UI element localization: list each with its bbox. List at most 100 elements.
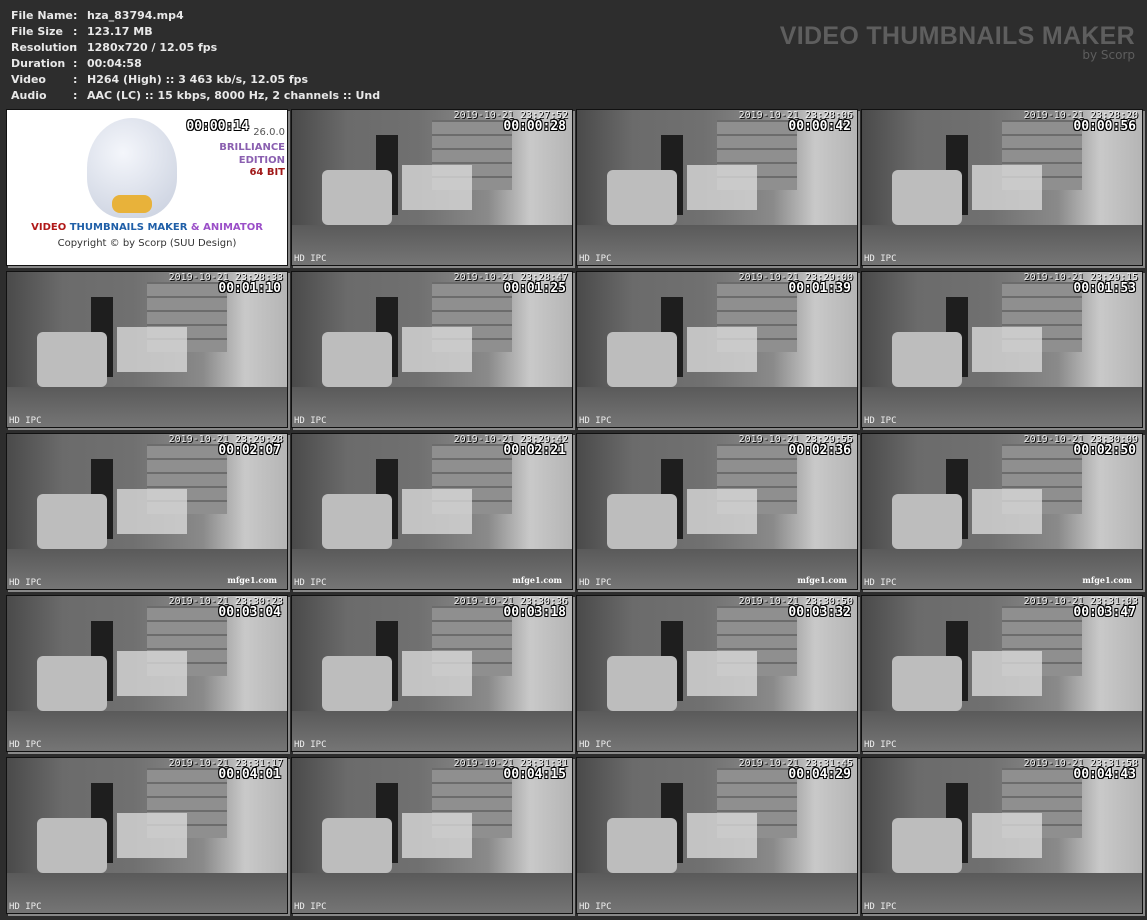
scene-table xyxy=(687,327,757,372)
info-value: 00:04:58 xyxy=(87,57,142,70)
scene-floor xyxy=(862,225,1142,265)
logo-title: VIDEO THUMBNAILS MAKER & ANIMATOR xyxy=(7,222,287,233)
timecode: 00:00:42 xyxy=(788,119,851,134)
camera-label: HD IPC xyxy=(864,254,897,264)
scene-floor xyxy=(292,873,572,913)
video-thumbnail[interactable]: 2019-10-21 23:31:31 00:04:15 HD IPC xyxy=(291,757,573,914)
video-thumbnail[interactable]: 2019-10-21 23:29:00 00:01:39 HD IPC xyxy=(576,271,858,428)
video-thumbnail[interactable]: 2019-10-21 23:30:50 00:03:32 HD IPC xyxy=(576,595,858,752)
video-thumbnail[interactable]: 2019-10-21 23:28:47 00:01:25 HD IPC xyxy=(291,271,573,428)
video-thumbnail[interactable]: 2019-10-21 23:29:42 00:02:21 HD IPC mfge1.c… xyxy=(291,433,573,590)
scene-floor xyxy=(7,711,287,751)
timecode: 00:04:43 xyxy=(1073,767,1136,782)
video-thumbnail[interactable]: 2019-10-21 23:27:52 00:00:28 HD IPC xyxy=(291,109,573,266)
timecode: 00:04:29 xyxy=(788,767,851,782)
info-key: File Size xyxy=(11,25,63,38)
timecode: 00:00:14 xyxy=(186,119,249,134)
timecode: 00:02:36 xyxy=(788,443,851,458)
scene-floor xyxy=(577,387,857,427)
video-thumbnail[interactable]: 2019-10-21 23:31:58 00:04:43 HD IPC xyxy=(861,757,1143,914)
video-thumbnail[interactable]: 2019-10-21 23:28:33 00:01:10 HD IPC xyxy=(6,271,288,428)
timecode: 00:02:50 xyxy=(1073,443,1136,458)
scene-floor xyxy=(7,873,287,913)
scene-floor xyxy=(862,711,1142,751)
info-separator: : xyxy=(73,89,78,102)
camera-label: HD IPC xyxy=(579,254,612,264)
scene-bed xyxy=(607,170,677,225)
video-thumbnail[interactable]: 2019-10-21 23:29:28 00:02:07 HD IPC mfge1.c… xyxy=(6,433,288,590)
video-thumbnail[interactable]: 2019-10-21 23:31:45 00:04:29 HD IPC xyxy=(576,757,858,914)
info-row: File Name: hza_83794.mp4 xyxy=(11,8,380,24)
camera-label: HD IPC xyxy=(9,902,42,912)
scene-table xyxy=(687,489,757,534)
video-thumbnail[interactable]: 2019-10-21 23:29:15 00:01:53 HD IPC xyxy=(861,271,1143,428)
timecode: 00:01:39 xyxy=(788,281,851,296)
edition: BRILLIANCE EDITION xyxy=(219,142,285,166)
timecode: 00:02:07 xyxy=(218,443,281,458)
info-key: Resolution xyxy=(11,41,78,54)
scene-bed xyxy=(892,656,962,711)
camera-label: HD IPC xyxy=(579,902,612,912)
video-thumbnail[interactable]: 2019-10-21 23:30:36 00:03:18 HD IPC xyxy=(291,595,573,752)
info-row: Audio: AAC (LC) :: 15 kbps, 8000 Hz, 2 ch… xyxy=(11,88,380,104)
scroll-icon xyxy=(112,195,152,213)
timecode: 00:03:32 xyxy=(788,605,851,620)
scene-bed xyxy=(322,170,392,225)
thumbnail-grid: 00:00:14 26.0.0 BRILLIANCE EDITION 64 BIT… xyxy=(6,109,1143,914)
camera-label: HD IPC xyxy=(864,740,897,750)
camera-label: HD IPC xyxy=(579,740,612,750)
camera-label: HD IPC xyxy=(864,416,897,426)
timecode: 00:03:18 xyxy=(503,605,566,620)
video-thumbnail[interactable]: 2019-10-21 23:29:55 00:02:36 HD IPC mfge1.c… xyxy=(576,433,858,590)
video-thumbnail[interactable]: 2019-10-21 23:31:17 00:04:01 HD IPC xyxy=(6,757,288,914)
scene-bed xyxy=(607,818,677,873)
scene-bed xyxy=(892,494,962,549)
scene-floor xyxy=(292,711,572,751)
scene-bed xyxy=(892,170,962,225)
watermark: mfge1.com xyxy=(797,575,847,585)
timecode: 00:04:01 xyxy=(218,767,281,782)
info-separator: : xyxy=(73,9,78,22)
timecode: 00:01:10 xyxy=(218,281,281,296)
info-value: hza_83794.mp4 xyxy=(87,9,184,22)
scene-bed xyxy=(607,656,677,711)
scene-table xyxy=(117,651,187,696)
logo-title-part: & ANIMATOR xyxy=(190,222,263,233)
watermark: mfge1.com xyxy=(1082,575,1132,585)
camera-label: HD IPC xyxy=(294,254,327,264)
video-thumbnail[interactable]: 2019-10-21 23:28:06 00:00:42 HD IPC xyxy=(576,109,858,266)
scene-bed xyxy=(37,332,107,387)
scene-table xyxy=(117,489,187,534)
info-separator: : xyxy=(73,57,78,70)
scene-floor xyxy=(292,387,572,427)
info-value: 1280x720 / 12.05 fps xyxy=(87,41,218,54)
info-key: File Name xyxy=(11,9,73,22)
scene-bed xyxy=(322,494,392,549)
logo-tile: 00:00:14 26.0.0 BRILLIANCE EDITION 64 BIT… xyxy=(6,109,288,266)
camera-label: HD IPC xyxy=(579,416,612,426)
scene-floor xyxy=(577,873,857,913)
version: 26.0.0 xyxy=(253,127,285,138)
info-key: Duration xyxy=(11,57,66,70)
camera-label: HD IPC xyxy=(294,902,327,912)
camera-label: HD IPC xyxy=(864,902,897,912)
camera-label: HD IPC xyxy=(9,740,42,750)
file-info: File Name: hza_83794.mp4 File Size:123.17 … xyxy=(11,8,380,104)
info-value: H264 (High) :: 3 463 kb/s, 12.05 fps xyxy=(87,73,309,86)
scene-floor xyxy=(862,387,1142,427)
info-value: 123.17 MB xyxy=(87,25,153,38)
camera-label: HD IPC xyxy=(579,578,612,588)
scene-table xyxy=(972,489,1042,534)
info-value: AAC (LC) :: 15 kbps, 8000 Hz, 2 channels… xyxy=(87,89,381,102)
scene-floor xyxy=(577,225,857,265)
scene-bed xyxy=(37,656,107,711)
video-thumbnail[interactable]: 2019-10-21 23:28:20 00:00:56 HD IPC xyxy=(861,109,1143,266)
video-thumbnail[interactable]: 2019-10-21 23:30:09 00:02:50 HD IPC mfge1.c… xyxy=(861,433,1143,590)
scene-floor xyxy=(862,873,1142,913)
video-thumbnail[interactable]: 2019-10-21 23:30:23 00:03:04 HD IPC xyxy=(6,595,288,752)
info-row: File Size:123.17 MB xyxy=(11,24,380,40)
video-thumbnail[interactable]: 2019-10-21 23:31:03 00:03:47 HD IPC xyxy=(861,595,1143,752)
scene-bed xyxy=(322,818,392,873)
brand-watermark: VIDEO THUMBNAILS MAKER by Scorp xyxy=(780,22,1135,62)
bits: 64 BIT xyxy=(249,167,285,178)
